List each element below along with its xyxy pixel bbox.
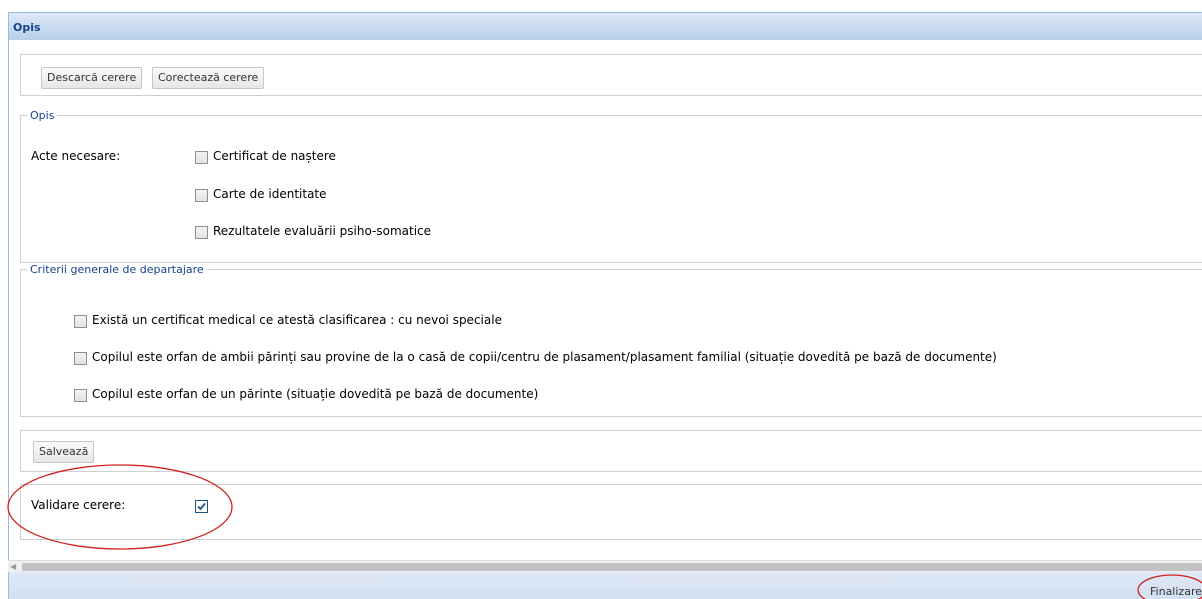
medical-certificate-label: Există un certificat medical ce atestă c… <box>92 313 502 327</box>
validation-panel: Validare cerere: <box>20 484 1202 540</box>
save-button[interactable]: Salvează <box>33 441 95 463</box>
opis-fieldset: Opis Acte necesare: Certificat de nașter… <box>20 109 1202 263</box>
birth-certificate-checkbox[interactable] <box>195 151 208 164</box>
validation-label: Validare cerere: <box>31 498 126 512</box>
finalize-button[interactable]: Finalizare <box>1150 585 1202 598</box>
check-icon <box>197 502 206 511</box>
footer-bar: Finalizare <box>8 572 1202 599</box>
orphan-both-parents-checkbox[interactable] <box>74 352 87 365</box>
download-request-button[interactable]: Descarcă cerere <box>41 67 143 89</box>
main-content: Descarcă cerere Corectează cerere Opis A… <box>8 40 1202 574</box>
opis-legend: Opis <box>30 109 55 122</box>
id-card-label: Carte de identitate <box>213 187 327 201</box>
psycho-somatic-checkbox[interactable] <box>195 226 208 239</box>
psycho-somatic-label: Rezultatele evaluării psiho-somatice <box>213 224 432 238</box>
required-docs-label: Acte necesare: <box>31 149 121 163</box>
panel-title-bar: Opis <box>8 12 1202 40</box>
criteria-fieldset: Criterii generale de departajare Există … <box>20 263 1202 417</box>
horizontal-scrollbar[interactable]: ◀ <box>8 560 1202 572</box>
id-card-checkbox[interactable] <box>195 189 208 202</box>
correct-request-button[interactable]: Corectează cerere <box>152 67 265 89</box>
criteria-legend: Criterii generale de departajare <box>30 263 204 276</box>
scrollbar-thumb[interactable] <box>22 563 1202 571</box>
chevron-left-icon[interactable]: ◀ <box>10 562 16 571</box>
orphan-one-parent-label: Copilul este orfan de un părinte (situaț… <box>92 387 539 401</box>
medical-certificate-checkbox[interactable] <box>74 315 87 328</box>
panel-title: Opis <box>13 21 41 34</box>
toolbar-panel: Descarcă cerere Corectează cerere <box>20 54 1202 96</box>
save-panel: Salvează <box>20 430 1202 472</box>
validation-checkbox[interactable] <box>195 500 208 513</box>
orphan-one-parent-checkbox[interactable] <box>74 389 87 402</box>
orphan-both-parents-label: Copilul este orfan de ambii părinți sau … <box>92 350 997 364</box>
birth-certificate-label: Certificat de naștere <box>213 149 336 163</box>
